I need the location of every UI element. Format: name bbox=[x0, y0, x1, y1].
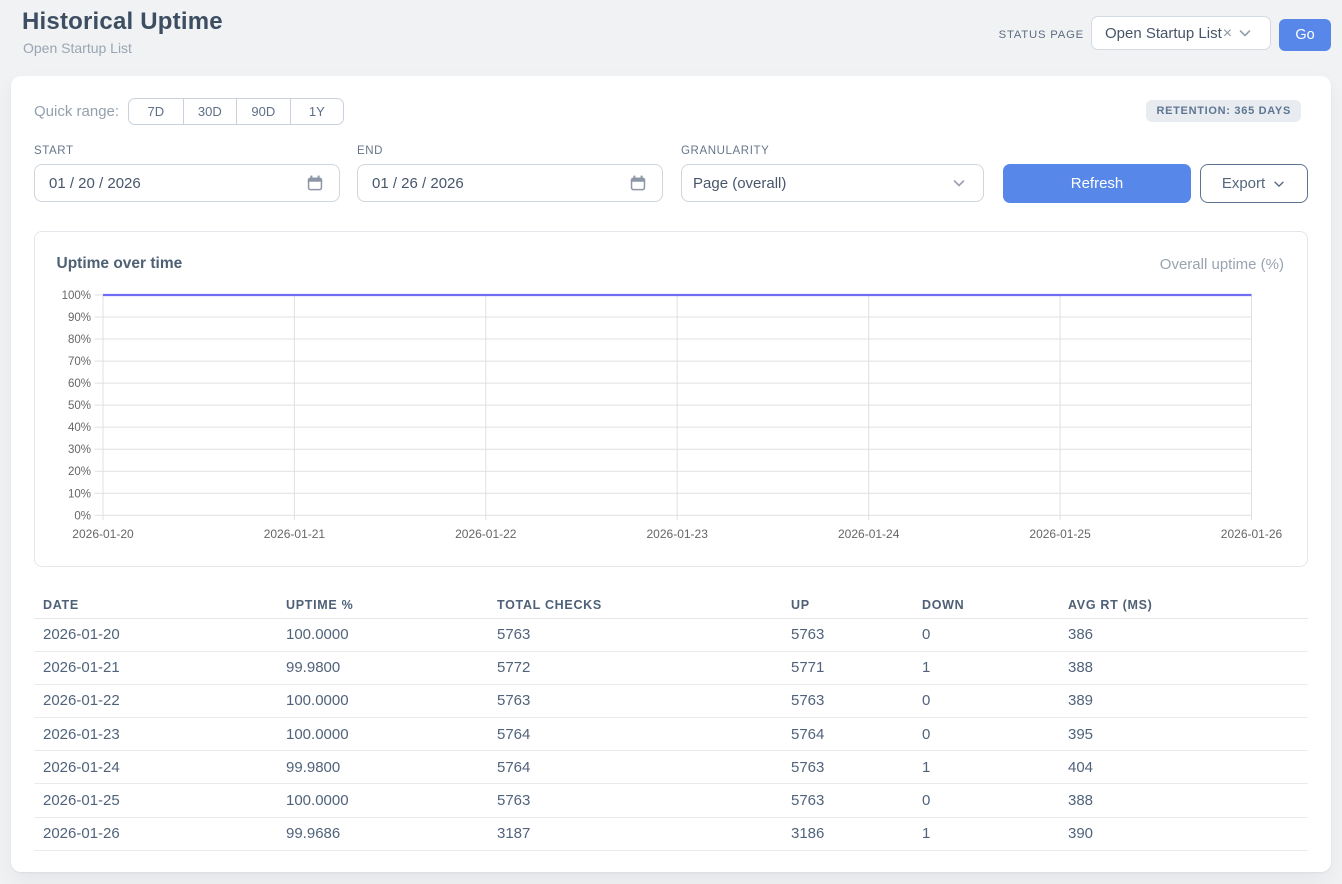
svg-text:0%: 0% bbox=[74, 510, 91, 522]
svg-text:10%: 10% bbox=[68, 488, 91, 500]
svg-text:2026-01-22: 2026-01-22 bbox=[455, 527, 517, 541]
svg-text:80%: 80% bbox=[68, 334, 91, 346]
svg-text:2026-01-21: 2026-01-21 bbox=[264, 527, 326, 541]
svg-text:20%: 20% bbox=[68, 466, 91, 478]
svg-text:30%: 30% bbox=[68, 444, 91, 456]
svg-text:2026-01-26: 2026-01-26 bbox=[1221, 527, 1283, 541]
svg-text:2026-01-25: 2026-01-25 bbox=[1029, 527, 1091, 541]
svg-text:50%: 50% bbox=[68, 400, 91, 412]
svg-text:100%: 100% bbox=[62, 290, 91, 302]
svg-text:40%: 40% bbox=[68, 422, 91, 434]
svg-text:70%: 70% bbox=[68, 356, 91, 368]
svg-text:2026-01-23: 2026-01-23 bbox=[647, 527, 709, 541]
svg-text:60%: 60% bbox=[68, 378, 91, 390]
svg-text:90%: 90% bbox=[68, 312, 91, 324]
svg-text:2026-01-24: 2026-01-24 bbox=[838, 527, 900, 541]
svg-text:2026-01-20: 2026-01-20 bbox=[72, 527, 134, 541]
